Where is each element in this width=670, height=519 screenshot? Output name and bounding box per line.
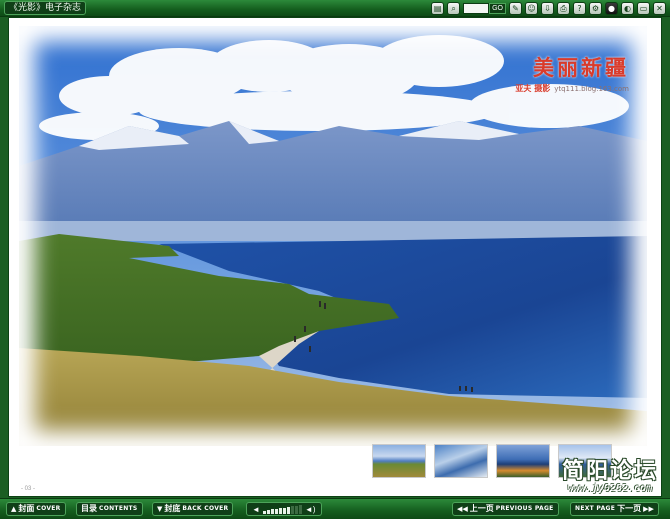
photo-caption: 美丽新疆 亚夫 摄影 ytq111.blog.163.com xyxy=(515,52,629,94)
page-number: - 03 - xyxy=(21,486,36,492)
volume-down-icon[interactable]: ◄ xyxy=(252,505,260,514)
back-cover-label-zh: 封底 xyxy=(164,504,181,513)
thumbnail-3[interactable] xyxy=(496,444,550,478)
contents-label-en: CONTENTS xyxy=(99,505,138,512)
user-icon[interactable]: ☺ xyxy=(525,2,538,15)
volume-bar[interactable] xyxy=(270,509,274,514)
speaker-icon[interactable]: ◄) xyxy=(305,505,316,514)
thumbnail-1[interactable] xyxy=(372,444,426,478)
previous-arrow-icon: ◀◀ xyxy=(457,505,468,513)
volume-bar[interactable] xyxy=(266,509,270,514)
volume-bar[interactable] xyxy=(278,508,282,514)
volume-bar[interactable] xyxy=(294,505,298,514)
back-cover-button[interactable]: ▼ 封底 BACK COVER xyxy=(152,502,234,516)
volume-bar[interactable] xyxy=(298,505,302,514)
volume-bar[interactable] xyxy=(286,506,290,514)
minimize-icon[interactable]: ▭ xyxy=(637,2,650,15)
landscape-photo: 美丽新疆 亚夫 摄影 ytq111.blog.163.com xyxy=(19,26,647,446)
print-icon[interactable]: ⎙ xyxy=(557,2,570,15)
volume-bar[interactable] xyxy=(290,506,294,514)
download-icon[interactable]: ⇩ xyxy=(541,2,554,15)
up-arrow-icon: ▲ xyxy=(11,505,17,513)
notes-icon[interactable]: ▤ xyxy=(431,2,445,15)
next-arrow-icon: ▶▶ xyxy=(643,505,654,513)
search-icon[interactable]: ⌕ xyxy=(447,2,461,15)
contents-label-zh: 目录 xyxy=(81,504,97,513)
record-icon[interactable]: ● xyxy=(605,2,618,15)
previous-label-zh: 上一页 xyxy=(469,504,494,513)
watermark-title: 简阳论坛 xyxy=(561,459,658,484)
volume-control[interactable]: ◄ ◄) xyxy=(246,502,322,516)
previous-page-button[interactable]: ◀◀ 上一页 PREVIOUS PAGE xyxy=(452,502,559,516)
photographer-credit: 亚夫 摄影 xyxy=(515,84,551,93)
goto-button[interactable]: GO xyxy=(489,3,506,14)
next-label-zh: 下一页 xyxy=(617,504,642,513)
down-arrow-icon: ▼ xyxy=(157,505,163,513)
caption-credit: 亚夫 摄影 ytq111.blog.163.com xyxy=(515,83,629,94)
help-icon[interactable]: ? xyxy=(573,2,586,15)
thumbnail-2[interactable] xyxy=(434,444,488,478)
cover-label-zh: 封面 xyxy=(18,504,35,513)
settings-icon[interactable]: ⚙ xyxy=(589,2,602,15)
goto-page-control: GO xyxy=(463,2,506,15)
comment-icon[interactable]: ✎ xyxy=(509,2,522,15)
app-title: 《光影》电子杂志 xyxy=(4,1,87,15)
toolbar: ▤ ⌕ GO ✎ ☺ ⇩ ⎙ ? ⚙ ● ◐ ▭ ✕ xyxy=(431,2,666,15)
contents-button[interactable]: 目录 CONTENTS xyxy=(76,502,143,516)
next-label-en: NEXT PAGE xyxy=(575,505,616,512)
close-icon[interactable]: ✕ xyxy=(653,2,666,15)
watermark-url: www.jy0282.com xyxy=(567,483,653,494)
theme-icon[interactable]: ◐ xyxy=(621,2,634,15)
caption-title: 美丽新疆 xyxy=(533,55,629,80)
caption-url: ytq111.blog.163.com xyxy=(554,85,629,93)
volume-bar[interactable] xyxy=(262,510,266,514)
volume-bar[interactable] xyxy=(274,508,278,514)
magazine-page: 美丽新疆 亚夫 摄影 ytq111.blog.163.com - 03 - xyxy=(8,17,662,497)
cover-label-en: COVER xyxy=(36,505,61,512)
forum-watermark: 简阳论坛 www.jy0282.com xyxy=(562,453,658,494)
cover-button[interactable]: ▲ 封面 COVER xyxy=(6,502,66,516)
back-cover-label-en: BACK COVER xyxy=(182,505,229,512)
volume-level[interactable] xyxy=(262,505,302,514)
volume-bar[interactable] xyxy=(282,507,286,514)
goto-page-input[interactable] xyxy=(463,3,490,14)
previous-label-en: PREVIOUS PAGE xyxy=(495,505,554,512)
next-page-button[interactable]: NEXT PAGE 下一页 ▶▶ xyxy=(570,502,659,516)
top-bar: 《光影》电子杂志 ▤ ⌕ GO ✎ ☺ ⇩ ⎙ ? ⚙ ● ◐ ▭ ✕ xyxy=(0,0,670,17)
bottom-nav-bar: ▲ 封面 COVER 目录 CONTENTS ▼ 封底 BACK COVER ◄… xyxy=(0,498,670,519)
